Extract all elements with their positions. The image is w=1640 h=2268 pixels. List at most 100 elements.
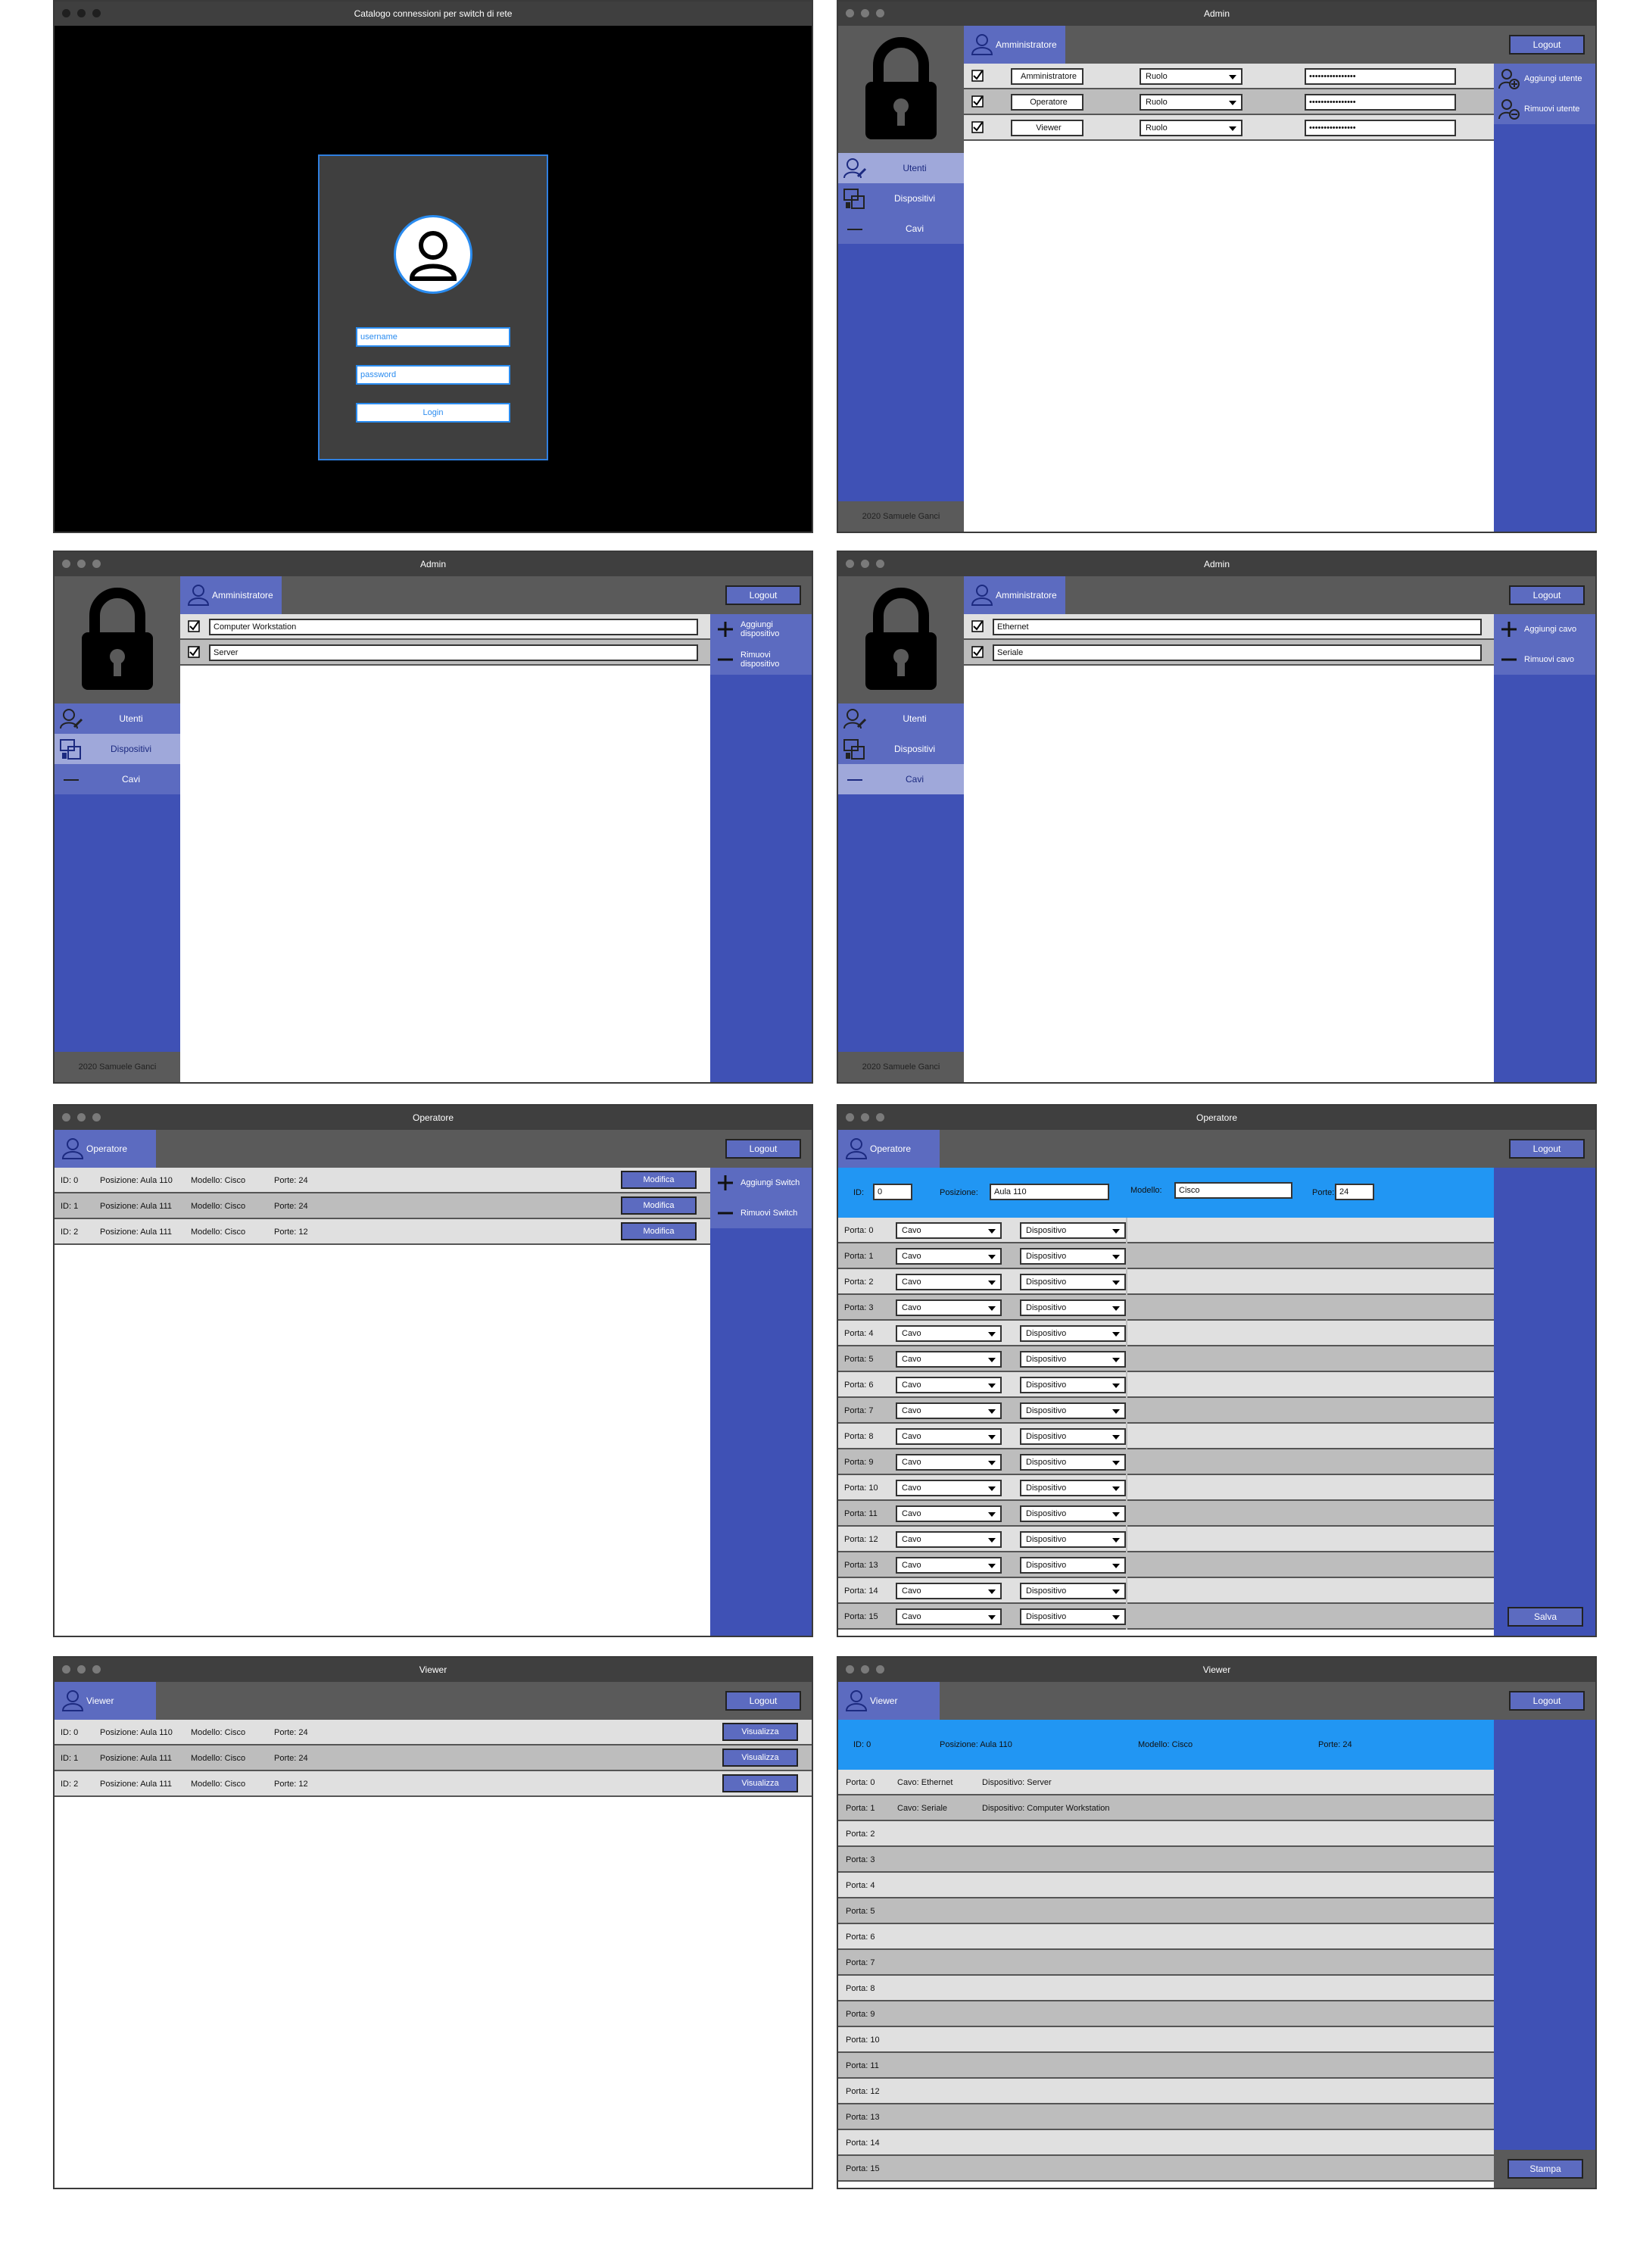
cable-select[interactable]: Cavo: [896, 1299, 1002, 1316]
checkbox-icon[interactable]: [971, 95, 984, 108]
maximize-dot[interactable]: [876, 9, 884, 17]
cable-select[interactable]: Cavo: [896, 1428, 1002, 1445]
view-button[interactable]: Visualizza: [722, 1749, 798, 1767]
device-select[interactable]: Dispositivo: [1020, 1583, 1126, 1599]
maximize-dot[interactable]: [876, 1113, 884, 1122]
cable-select[interactable]: Cavo: [896, 1274, 1002, 1290]
sidebar-item-cavi[interactable]: Cavi: [55, 764, 180, 794]
logout-button[interactable]: Logout: [725, 1139, 801, 1159]
password-field[interactable]: ••••••••••••••••: [1305, 94, 1456, 111]
sidebar-item-utenti[interactable]: Utenti: [838, 153, 964, 183]
cable-select[interactable]: Cavo: [896, 1505, 1002, 1522]
add-switch-button[interactable]: Aggiungi Switch: [710, 1168, 812, 1198]
checkbox-icon[interactable]: [971, 70, 984, 82]
id-input[interactable]: 0: [873, 1184, 912, 1200]
minimize-dot[interactable]: [861, 1665, 869, 1674]
username-field[interactable]: Viewer: [1011, 120, 1083, 136]
logout-button[interactable]: Logout: [1509, 35, 1585, 55]
login-button[interactable]: Login: [356, 403, 510, 423]
cable-select[interactable]: Cavo: [896, 1480, 1002, 1496]
cable-select[interactable]: Cavo: [896, 1583, 1002, 1599]
remove-device-button[interactable]: Rimuovi dispositivo: [710, 644, 812, 675]
sidebar-item-utenti[interactable]: Utenti: [55, 703, 180, 734]
cable-select[interactable]: Cavo: [896, 1454, 1002, 1471]
close-dot[interactable]: [62, 1665, 70, 1674]
device-select[interactable]: Dispositivo: [1020, 1325, 1126, 1342]
remove-user-button[interactable]: Rimuovi utente: [1494, 94, 1595, 124]
ports-input[interactable]: 24: [1335, 1184, 1374, 1200]
model-input[interactable]: Cisco: [1174, 1182, 1292, 1199]
minimize-dot[interactable]: [77, 1113, 86, 1122]
minimize-dot[interactable]: [861, 9, 869, 17]
password-field[interactable]: ••••••••••••••••: [1305, 120, 1456, 136]
remove-switch-button[interactable]: Rimuovi Switch: [710, 1198, 812, 1228]
position-input[interactable]: Aula 110: [990, 1184, 1109, 1200]
minimize-dot[interactable]: [77, 9, 86, 17]
device-name-field[interactable]: Computer Workstation: [209, 619, 698, 635]
role-select[interactable]: Ruolo: [1140, 68, 1242, 85]
cable-select[interactable]: Cavo: [896, 1248, 1002, 1265]
cable-name-field[interactable]: Seriale: [993, 644, 1482, 661]
role-select[interactable]: Ruolo: [1140, 120, 1242, 136]
device-select[interactable]: Dispositivo: [1020, 1351, 1126, 1368]
device-select[interactable]: Dispositivo: [1020, 1608, 1126, 1625]
cable-name-field[interactable]: Ethernet: [993, 619, 1482, 635]
add-device-button[interactable]: Aggiungi dispositivo: [710, 614, 812, 644]
cable-select[interactable]: Cavo: [896, 1557, 1002, 1574]
maximize-dot[interactable]: [92, 560, 101, 568]
minimize-dot[interactable]: [77, 1665, 86, 1674]
sidebar-item-cavi[interactable]: Cavi: [838, 214, 964, 244]
logout-button[interactable]: Logout: [725, 585, 801, 605]
checkbox-icon[interactable]: [971, 620, 984, 632]
cable-select[interactable]: Cavo: [896, 1325, 1002, 1342]
minimize-dot[interactable]: [861, 560, 869, 568]
maximize-dot[interactable]: [876, 1665, 884, 1674]
logout-button[interactable]: Logout: [1509, 585, 1585, 605]
sidebar-item-dispositivi[interactable]: Dispositivi: [838, 183, 964, 214]
sidebar-item-cavi[interactable]: Cavi: [838, 764, 964, 794]
logout-button[interactable]: Logout: [1509, 1139, 1585, 1159]
cable-select[interactable]: Cavo: [896, 1402, 1002, 1419]
save-button[interactable]: Salva: [1507, 1607, 1583, 1627]
add-user-button[interactable]: Aggiungi utente: [1494, 64, 1595, 94]
device-select[interactable]: Dispositivo: [1020, 1299, 1126, 1316]
device-select[interactable]: Dispositivo: [1020, 1222, 1126, 1239]
password-input[interactable]: password: [356, 365, 510, 385]
maximize-dot[interactable]: [876, 560, 884, 568]
maximize-dot[interactable]: [92, 1665, 101, 1674]
cable-select[interactable]: Cavo: [896, 1351, 1002, 1368]
checkbox-icon[interactable]: [971, 121, 984, 133]
logout-button[interactable]: Logout: [725, 1691, 801, 1711]
checkbox-icon[interactable]: [188, 646, 200, 658]
device-select[interactable]: Dispositivo: [1020, 1377, 1126, 1393]
device-select[interactable]: Dispositivo: [1020, 1531, 1126, 1548]
username-field[interactable]: Operatore: [1011, 94, 1083, 111]
role-select[interactable]: Ruolo: [1140, 94, 1242, 111]
maximize-dot[interactable]: [92, 9, 101, 17]
edit-button[interactable]: Modifica: [621, 1196, 697, 1215]
device-select[interactable]: Dispositivo: [1020, 1248, 1126, 1265]
device-select[interactable]: Dispositivo: [1020, 1454, 1126, 1471]
cable-select[interactable]: Cavo: [896, 1608, 1002, 1625]
close-dot[interactable]: [62, 1113, 70, 1122]
close-dot[interactable]: [62, 9, 70, 17]
print-button[interactable]: Stampa: [1507, 2159, 1583, 2179]
close-dot[interactable]: [846, 9, 854, 17]
sidebar-item-dispositivi[interactable]: Dispositivi: [838, 734, 964, 764]
device-select[interactable]: Dispositivo: [1020, 1505, 1126, 1522]
remove-cable-button[interactable]: Rimuovi cavo: [1494, 644, 1595, 675]
add-cable-button[interactable]: Aggiungi cavo: [1494, 614, 1595, 644]
logout-button[interactable]: Logout: [1509, 1691, 1585, 1711]
checkbox-icon[interactable]: [971, 646, 984, 658]
device-select[interactable]: Dispositivo: [1020, 1274, 1126, 1290]
password-field[interactable]: ••••••••••••••••: [1305, 68, 1456, 85]
close-dot[interactable]: [846, 560, 854, 568]
device-select[interactable]: Dispositivo: [1020, 1402, 1126, 1419]
view-button[interactable]: Visualizza: [722, 1723, 798, 1741]
username-field[interactable]: Amministratore: [1011, 68, 1083, 85]
close-dot[interactable]: [846, 1113, 854, 1122]
device-name-field[interactable]: Server: [209, 644, 698, 661]
sidebar-item-dispositivi[interactable]: Dispositivi: [55, 734, 180, 764]
maximize-dot[interactable]: [92, 1113, 101, 1122]
cable-select[interactable]: Cavo: [896, 1222, 1002, 1239]
